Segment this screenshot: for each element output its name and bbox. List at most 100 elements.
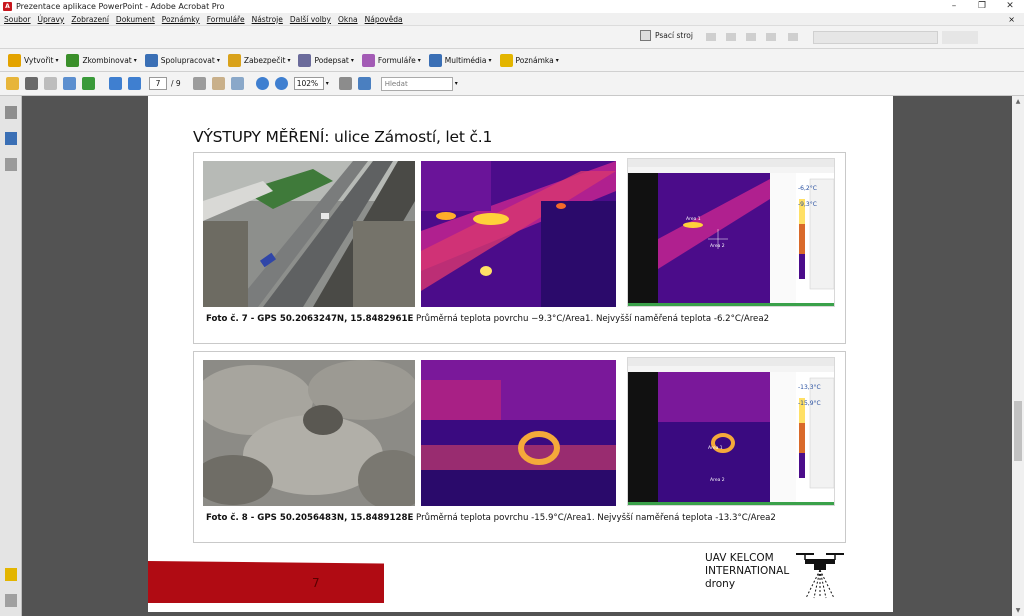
sign-label: Podepsat [314,55,349,65]
arrow-down-icon[interactable] [128,77,141,90]
collaborate-button[interactable]: Spolupracovat ▾ [144,53,220,67]
area-1-label-2: Area 1 [708,446,723,451]
photo-7-caption-text: Průměrná teplota povrchu −9.3°C/Area1. N… [413,314,770,324]
zoom-input[interactable]: 102% [293,77,324,90]
multimedia-button[interactable]: Multimédia ▾ [428,53,492,67]
typewriter-button[interactable]: Psací stroj [640,30,693,41]
footer-red-bar [148,561,384,603]
signatures-icon[interactable] [5,158,17,171]
arrow-up-icon[interactable] [109,77,122,90]
photo-7-caption: Foto č. 7 - GPS 50.2063247N, 15.8482961E… [206,314,769,324]
line-spacing-icon[interactable] [746,33,756,41]
sign-button[interactable]: Podepsat ▾ [298,53,354,67]
thermal-image-highway [421,161,616,307]
zoom-dropdown-icon[interactable]: ▾ [326,80,329,87]
text-size-icon[interactable] [726,33,736,41]
logo-line-3: drony [705,578,736,590]
page-number-input[interactable]: 7 [149,77,167,90]
font-size-select[interactable] [942,31,978,44]
font-select[interactable] [813,31,938,44]
fit-page-icon[interactable] [338,77,352,90]
avg-temp-readout-2: -15,9°C [798,400,821,407]
menu-nastroje[interactable]: Nástroje [252,15,283,24]
scroll-down-icon[interactable]: ▼ [1012,607,1024,614]
marquee-zoom-icon[interactable] [230,77,244,90]
hand-tool-icon[interactable] [211,77,225,90]
scroll-up-icon[interactable]: ▲ [1012,98,1024,105]
minimize-button[interactable]: – [940,0,968,13]
share-icon[interactable] [82,77,95,90]
text-tool-icon[interactable] [706,33,716,41]
menu-dokument[interactable]: Dokument [116,15,155,24]
photo-8-caption-text: Průměrná teplota povrchu -15.9°C/Area1. … [413,513,776,523]
menu-upravy[interactable]: Úpravy [38,15,65,24]
chevron-down-icon: ▾ [555,56,559,64]
tasks-toolbar: Vytvořit ▾ Zkombinovat ▾ Spolupracovat ▾ Za… [0,49,1024,72]
menu-poznamky[interactable]: Poznámky [162,15,200,24]
comment-button[interactable]: Poznámka ▾ [499,53,559,67]
typewriter-label: Psací stroj [655,31,693,40]
collaborate-label: Spolupracovat [160,55,215,65]
combine-label: Zkombinovat [82,55,132,65]
scrollbar-thumb[interactable] [1014,401,1022,461]
photo-8-frame: -13,3°C -15,9°C Area 1 Area 2 Foto č. 8 … [193,351,846,543]
lock-icon [227,53,241,67]
secure-label: Zabezpečit [243,55,286,65]
window-titlebar: A Prezentace aplikace PowerPoint - Adobe… [0,0,1024,13]
attachments-icon[interactable] [5,594,17,607]
chevron-down-icon: ▾ [55,56,59,64]
avg-temp-readout: -9,3°C [798,201,817,208]
menu-dalsi-volby[interactable]: Další volby [290,15,331,24]
chevron-down-icon: ▾ [417,56,421,64]
slide-title: VÝSTUPY MĚŘENÍ: ulice Zámostí, let č.1 [193,128,493,146]
chevron-down-icon: ▾ [287,56,291,64]
search-dropdown-icon[interactable]: ▾ [455,80,458,87]
print-icon[interactable] [25,77,38,90]
chevron-down-icon: ▾ [216,56,220,64]
open-folder-icon[interactable] [6,77,19,90]
search-input[interactable]: Hledat [380,76,453,91]
forms-button[interactable]: Formuláře ▾ [361,53,421,67]
comments-pane-icon[interactable] [5,568,17,581]
slide-number: 7 [312,576,320,590]
pdf-page: VÝSTUPY MĚŘENÍ: ulice Zámostí, let č.1 -… [148,96,893,612]
chevron-down-icon: ▾ [488,56,492,64]
secure-button[interactable]: Zabezpečit ▾ [227,53,291,67]
max-temp-readout: -6,2°C [798,185,817,192]
menu-bar: Soubor Úpravy Zobrazení Dokument Poznámk… [0,13,1024,26]
select-cursor-icon[interactable] [192,77,206,90]
bookmarks-icon[interactable] [5,132,17,145]
forms-icon [361,53,375,67]
menu-okna[interactable]: Okna [338,15,358,24]
area-2-label-2: Area 2 [710,478,725,483]
navigation-pane [0,96,22,616]
zoom-in-icon[interactable] [274,77,288,90]
comment-label: Poznámka [515,55,554,65]
list-icon[interactable] [766,33,776,41]
vertical-scrollbar[interactable]: ▲ ▼ [1012,96,1024,616]
save-icon[interactable] [44,77,57,90]
navigation-toolbar: 7 / 9 102% ▾ Hledat ▾ [0,72,1024,96]
window-controls: – ❐ ✕ [940,0,1024,13]
fit-width-icon[interactable] [357,77,371,90]
page-total: / 9 [171,79,181,88]
color-icon[interactable] [788,33,798,41]
drone-logo-icon [796,553,844,599]
menu-formulare[interactable]: Formuláře [207,15,245,24]
photo-7-caption-gps: Foto č. 7 - GPS 50.2063247N, 15.8482961E [206,314,414,324]
restore-button[interactable]: ❐ [968,0,996,13]
email-icon[interactable] [63,77,76,90]
window-title: Prezentace aplikace PowerPoint - Adobe A… [16,2,225,11]
logo-line-2: INTERNATIONAL [705,565,790,577]
menu-napoveda[interactable]: Nápověda [365,15,403,24]
close-document-button[interactable]: × [1008,15,1015,24]
menu-soubor[interactable]: Soubor [4,15,31,24]
chevron-down-icon: ▾ [133,56,137,64]
menu-zobrazeni[interactable]: Zobrazení [71,15,109,24]
close-window-button[interactable]: ✕ [996,0,1024,13]
combine-button[interactable]: Zkombinovat ▾ [66,53,137,67]
pages-icon[interactable] [5,106,17,119]
thermal-image-forest [421,360,616,506]
zoom-out-icon[interactable] [255,77,269,90]
create-button[interactable]: Vytvořit ▾ [8,53,59,67]
